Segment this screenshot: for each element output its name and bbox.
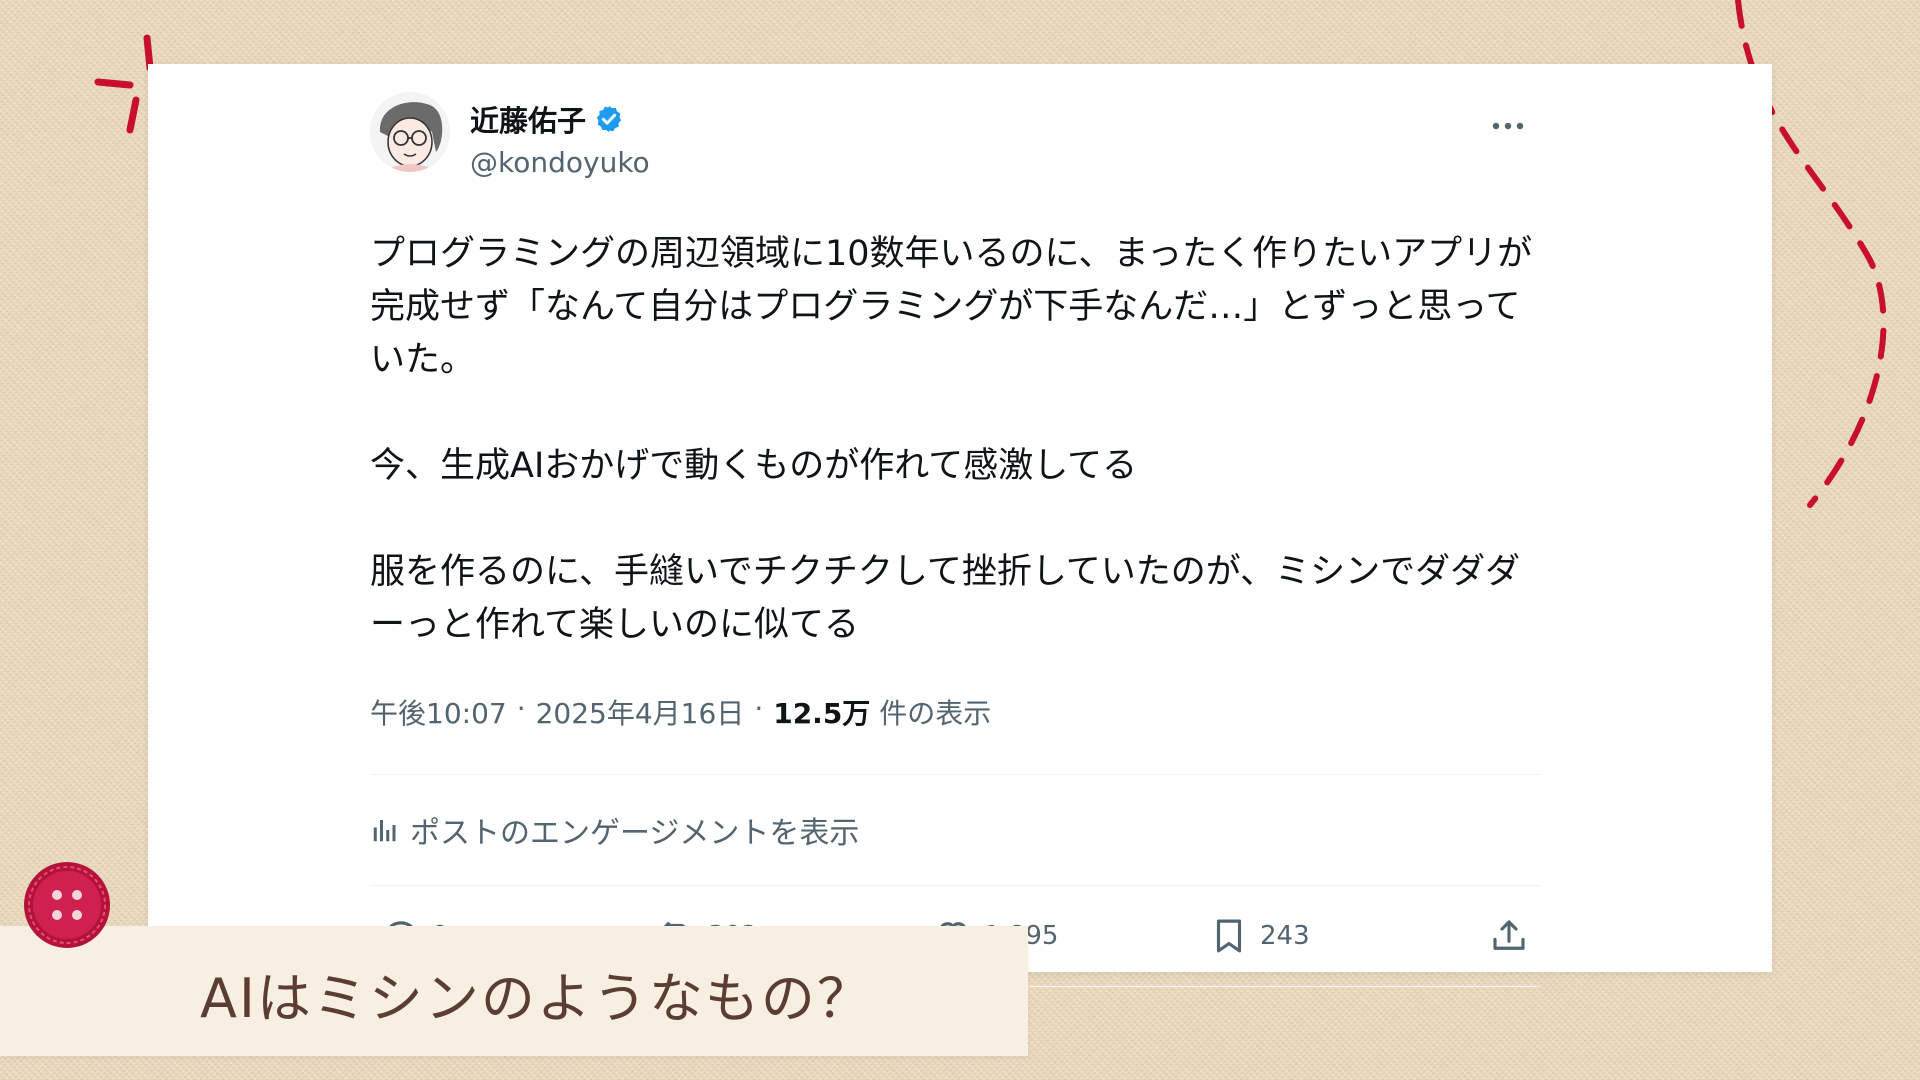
- meta-separator: ·: [754, 692, 764, 725]
- tweet-time[interactable]: 午後10:07: [370, 692, 507, 732]
- tweet-meta: 午後10:07 · 2025年4月16日 · 12.5万 件の表示: [370, 692, 1540, 732]
- avatar-illustration-icon: [370, 92, 450, 172]
- tweet-paragraph: プログラミングの周辺領域に10数年いるのに、まったく作りたいアプリが完成せず「な…: [370, 234, 1533, 380]
- bookmark-count: 243: [1260, 921, 1310, 951]
- analytics-icon: [373, 820, 396, 842]
- verified-badge-icon: [596, 105, 622, 133]
- more-options-icon[interactable]: [1490, 116, 1530, 136]
- tweet-paragraph: 服を作るのに、手縫いでチクチクして挫折していたのが、ミシンでダダダーっと作れて楽…: [370, 552, 1521, 645]
- meta-separator: ·: [516, 692, 526, 725]
- caption-text: AIはミシンのようなもの？: [200, 967, 873, 1030]
- share-button[interactable]: [1488, 915, 1530, 957]
- caption-banner: AIはミシンのようなもの？: [0, 926, 1028, 1056]
- display-name[interactable]: 近藤佑子: [470, 98, 586, 140]
- engagement-link-label: ポストのエンゲージメントを表示: [410, 816, 860, 851]
- tweet-card: 近藤佑子 @kondoyuko プログラミングの周辺領域に10数年いるのに、まっ…: [148, 64, 1772, 987]
- engagement-link[interactable]: ポストのエンゲージメントを表示: [370, 775, 1540, 885]
- tweet: 近藤佑子 @kondoyuko プログラミングの周辺領域に10数年いるのに、まっ…: [370, 92, 1540, 987]
- avatar[interactable]: [370, 92, 450, 172]
- view-count: 12.5万: [773, 697, 871, 730]
- bookmark-button[interactable]: 243: [1208, 915, 1484, 957]
- view-count-group: 12.5万 件の表示: [773, 692, 991, 732]
- sewing-button-icon: [24, 862, 110, 948]
- tweet-header: 近藤佑子 @kondoyuko: [370, 92, 1540, 212]
- user-info: 近藤佑子 @kondoyuko: [470, 98, 650, 179]
- share-icon: [1493, 920, 1525, 950]
- tweet-date[interactable]: 2025年4月16日: [536, 692, 745, 732]
- user-handle[interactable]: @kondoyuko: [470, 146, 650, 179]
- bookmark-icon: [1216, 919, 1242, 953]
- name-row: 近藤佑子: [470, 98, 650, 140]
- tweet-paragraph: 今、生成AIおかげで動くものが作れて感激してる: [370, 446, 1138, 486]
- view-label: 件の表示: [879, 697, 992, 730]
- tweet-body: プログラミングの周辺領域に10数年いるのに、まったく作りたいアプリが完成せず「な…: [370, 228, 1540, 652]
